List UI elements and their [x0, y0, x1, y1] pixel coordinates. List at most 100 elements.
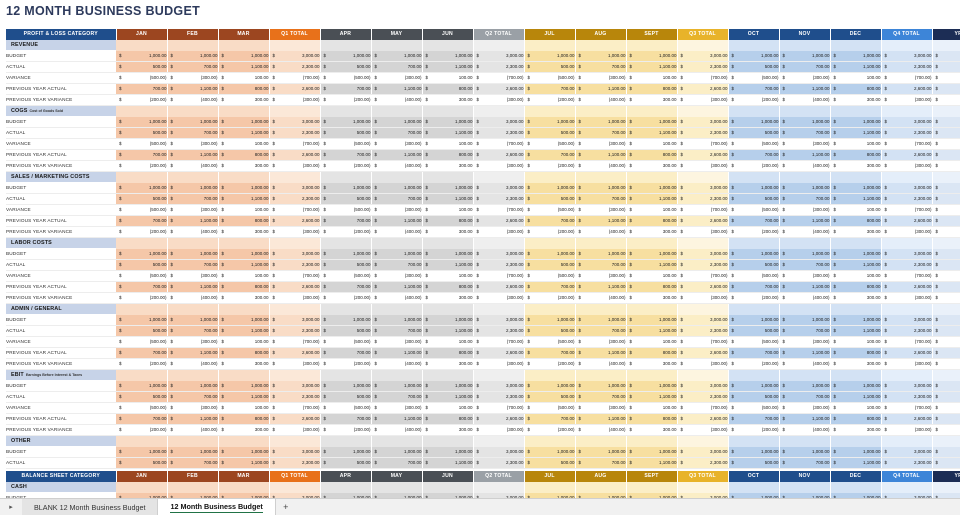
money-cell[interactable]: $700.00 [575, 61, 627, 73]
money-cell[interactable]: $(700.00) [269, 138, 321, 150]
money-cell[interactable]: $2,300.00 [677, 391, 729, 403]
money-cell[interactable]: $(300.00) [473, 292, 525, 304]
money-cell[interactable]: $(400.00) [167, 226, 219, 238]
money-cell[interactable]: $500.00 [524, 457, 576, 469]
column-header-q1-total[interactable]: Q1 TOTAL [269, 29, 321, 40]
money-cell[interactable]: $(300.00) [473, 424, 525, 436]
money-cell[interactable]: $(500.00) [320, 270, 372, 282]
money-cell[interactable]: $500.00 [320, 259, 372, 271]
money-cell[interactable]: $(500.00) [728, 138, 780, 150]
money-cell[interactable]: $(300.00) [269, 226, 321, 238]
money-cell[interactable]: $100.00 [626, 402, 678, 414]
money-cell[interactable]: $(300.00) [677, 160, 729, 172]
money-cell[interactable]: $700.00 [728, 83, 780, 95]
column-header-jan[interactable]: JAN [116, 29, 168, 40]
money-cell[interactable]: $700.00 [116, 281, 168, 293]
money-cell[interactable]: $1,100.00 [779, 215, 831, 227]
money-cell[interactable]: $700.00 [167, 457, 219, 469]
money-cell[interactable]: $700.00 [779, 391, 831, 403]
money-cell[interactable]: $1,000.00 [728, 446, 780, 458]
money-cell[interactable]: $700.00 [371, 61, 423, 73]
money-cell[interactable]: $1,000.00 [371, 248, 423, 260]
money-cell[interactable]: $500.00 [728, 193, 780, 205]
money-cell[interactable]: $1,000.00 [218, 50, 270, 62]
money-cell[interactable]: $(200.00) [728, 160, 780, 172]
money-cell[interactable]: $1,100.00 [830, 325, 882, 337]
money-cell[interactable]: $(200.00) [320, 94, 372, 106]
money-cell[interactable]: $2,300.00 [269, 127, 321, 139]
money-cell[interactable]: $(300.00) [881, 424, 933, 436]
money-cell[interactable]: $2,300.00 [473, 325, 525, 337]
money-cell[interactable]: $3,000.00 [473, 116, 525, 128]
money-cell[interactable]: $(300.00) [779, 270, 831, 282]
money-cell[interactable]: $1,000.00 [626, 50, 678, 62]
money-cell[interactable]: $1,100.00 [779, 83, 831, 95]
money-cell[interactable]: $(300.00) [779, 138, 831, 150]
money-cell[interactable]: $(700.00) [881, 402, 933, 414]
money-cell[interactable]: $1,000.00 [779, 248, 831, 260]
money-cell[interactable]: $2,600.00 [881, 83, 933, 95]
column-header-apr[interactable]: APR [320, 471, 372, 482]
money-cell[interactable]: $1,100.00 [167, 215, 219, 227]
column-header-q2-total[interactable]: Q2 TOTAL [473, 471, 525, 482]
money-cell[interactable]: $2,300.00 [473, 127, 525, 139]
money-cell[interactable]: $(300.00) [167, 270, 219, 282]
money-cell[interactable]: $1,000.00 [626, 314, 678, 326]
money-cell[interactable]: $700.00 [779, 193, 831, 205]
money-cell[interactable]: $700.00 [728, 215, 780, 227]
money-cell[interactable]: $500.00 [116, 259, 168, 271]
money-cell[interactable]: $1,000.00 [728, 380, 780, 392]
money-cell[interactable]: $100.00 [422, 72, 474, 84]
money-cell[interactable]: $800.00 [422, 83, 474, 95]
money-cell[interactable]: $(400.00) [779, 424, 831, 436]
money-cell[interactable]: $(700.00) [269, 402, 321, 414]
money-cell[interactable]: $1,000.00 [626, 248, 678, 260]
money-cell[interactable]: $500.00 [320, 457, 372, 469]
money-cell[interactable]: $2,600.00 [269, 83, 321, 95]
money-cell[interactable]: $1,100.00 [626, 457, 678, 469]
money-cell[interactable]: $700.00 [779, 325, 831, 337]
money-cell[interactable]: $(300.00) [371, 402, 423, 414]
money-cell[interactable]: $2,300.00 [677, 259, 729, 271]
money-cell[interactable]: $(300.00) [881, 358, 933, 370]
money-cell[interactable]: $1,100.00 [830, 61, 882, 73]
money-cell[interactable]: $500.00 [728, 457, 780, 469]
money-cell[interactable]: $3,000.00 [269, 380, 321, 392]
money-cell[interactable]: $2,300.00 [881, 193, 933, 205]
money-cell[interactable]: $1,100.00 [422, 259, 474, 271]
money-cell[interactable]: $(400.00) [779, 292, 831, 304]
money-cell[interactable]: $(200.00) [524, 94, 576, 106]
column-header-mar[interactable]: MAR [218, 471, 270, 482]
money-cell[interactable]: $(200.00) [116, 160, 168, 172]
money-cell[interactable]: $700.00 [116, 149, 168, 161]
money-cell[interactable]: $1,000.00 [524, 50, 576, 62]
money-cell[interactable]: $3,000.00 [677, 380, 729, 392]
money-cell[interactable]: $2,600.00 [677, 149, 729, 161]
money-cell[interactable]: $(500.00) [728, 270, 780, 282]
money-cell[interactable]: $2,300.00 [677, 325, 729, 337]
money-cell[interactable]: $(300.00) [473, 358, 525, 370]
money-cell[interactable]: $2,300.00 [269, 391, 321, 403]
sheet-tab-1[interactable]: BLANK 12 Month Business Budget [22, 499, 159, 515]
money-cell[interactable]: $1,000.00 [167, 248, 219, 260]
money-cell[interactable]: $(700.00) [269, 204, 321, 216]
money-cell[interactable]: $800.00 [830, 83, 882, 95]
money-cell[interactable]: $300.00 [218, 292, 270, 304]
money-cell[interactable]: $300.00 [218, 160, 270, 172]
money-cell[interactable]: $500.00 [728, 325, 780, 337]
money-cell[interactable]: $(1,200.00) [932, 424, 960, 436]
money-cell[interactable]: $(200.00) [320, 424, 372, 436]
money-cell[interactable]: $(200.00) [320, 160, 372, 172]
money-cell[interactable]: $(500.00) [728, 336, 780, 348]
money-cell[interactable]: $(200.00) [116, 94, 168, 106]
money-cell[interactable]: $1,000.00 [779, 446, 831, 458]
money-cell[interactable]: $1,100.00 [626, 127, 678, 139]
money-cell[interactable]: $1,000.00 [320, 50, 372, 62]
money-cell[interactable]: $300.00 [218, 424, 270, 436]
column-header-q4-total[interactable]: Q4 TOTAL [881, 29, 933, 40]
money-cell[interactable]: $2,600.00 [269, 347, 321, 359]
money-cell[interactable]: $(300.00) [269, 358, 321, 370]
money-cell[interactable]: $1,100.00 [626, 259, 678, 271]
money-cell[interactable]: $1,000.00 [218, 446, 270, 458]
money-cell[interactable]: $1,100.00 [422, 61, 474, 73]
